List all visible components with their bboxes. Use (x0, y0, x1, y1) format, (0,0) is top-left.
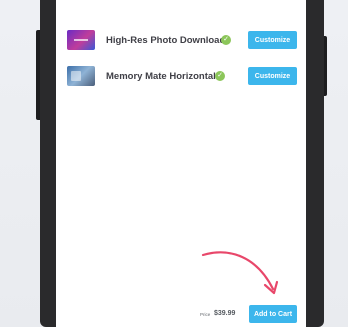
customize-button[interactable]: Customize (248, 67, 297, 85)
cart-footer: Price $39.99 Add to Cart (56, 304, 306, 324)
add-to-cart-button[interactable]: Add to Cart (249, 305, 297, 323)
product-row: Memory Mate Horizontal ✓ Customize (56, 58, 306, 94)
photo-thumbnail (67, 30, 95, 50)
product-row: High-Res Photo Download ✓ Customize (56, 22, 306, 58)
customize-button[interactable]: Customize (248, 31, 297, 49)
photo-thumbnail (67, 66, 95, 86)
price-value: $39.99 (214, 310, 236, 317)
price-label: Price (200, 312, 211, 317)
check-icon: ✓ (221, 35, 231, 45)
product-name: High-Res Photo Download (106, 34, 226, 46)
check-icon: ✓ (215, 71, 225, 81)
red-curved-arrow-icon (201, 251, 279, 295)
phone-side-button (324, 36, 327, 96)
product-name: Memory Mate Horizontal (106, 70, 216, 82)
